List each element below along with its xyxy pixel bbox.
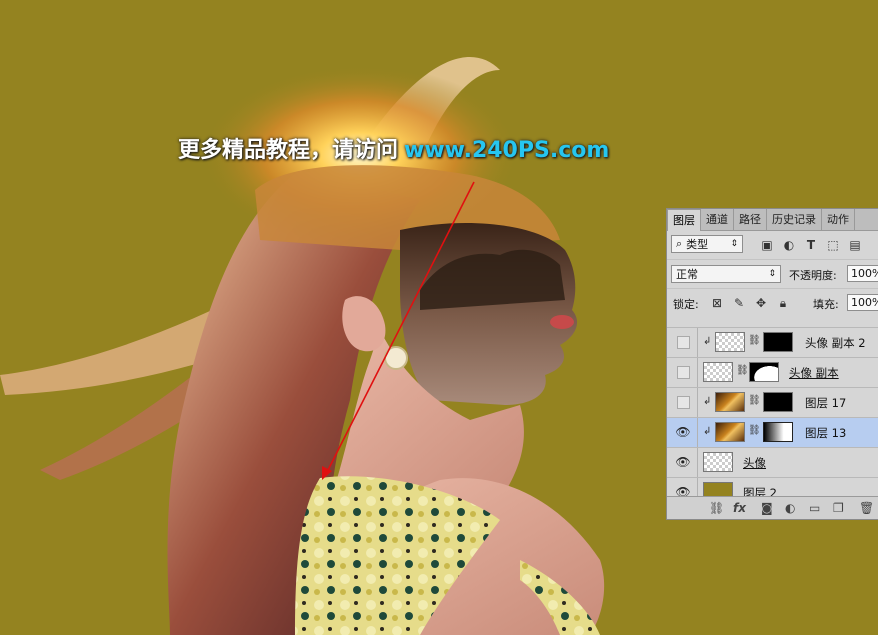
opacity-label: 不透明度: (789, 269, 837, 282)
filter-pixel-icon[interactable]: ▣ (761, 239, 773, 251)
layer-name: 头像 副本 2 (805, 336, 866, 350)
divider (697, 448, 698, 477)
filter-smart-object-icon[interactable]: ▤ (849, 239, 861, 251)
watermark: 更多精品教程，请访问 www.240PS.com (178, 132, 609, 164)
chevron-updown-icon: ⇕ (730, 239, 738, 249)
filter-adjustment-icon[interactable]: ◐ (783, 239, 795, 251)
filter-type-select[interactable]: ⌕ 类型 ⇕ (671, 235, 743, 253)
link-icon[interactable]: ⛓ (748, 425, 761, 436)
link-icon[interactable]: ⛓ (736, 365, 749, 376)
trash-icon[interactable]: 🗑︎ (859, 501, 874, 515)
lock-transparent-icon[interactable]: ⊠ (711, 297, 723, 309)
filter-shape-icon[interactable]: ⬚ (827, 239, 839, 251)
eye-icon[interactable]: 👁︎ (675, 455, 691, 469)
lock-move-icon[interactable]: ✥ (755, 297, 767, 309)
layer-name: 图层 17 (805, 396, 847, 410)
chevron-updown-icon: ⇕ (768, 269, 776, 279)
layer-name: 图层 13 (805, 426, 847, 440)
face-silhouette (400, 222, 578, 405)
filter-type-label: 类型 (686, 238, 709, 251)
opacity-input[interactable]: 100% (847, 265, 878, 282)
layer-mask-thumbnail (749, 362, 779, 382)
tab-channels[interactable]: 通道 (701, 209, 734, 230)
layers-panel: 图层 通道 路径 历史记录 动作 ⌕ 类型 ⇕ ▣ ◐ T ⬚ ▤ 正常 ⇕ 不… (666, 208, 878, 520)
watermark-url: www.240PS.com (404, 138, 610, 163)
layers-list: ↲ ⛓ 头像 副本 2 ⛓ 头像 副本 ↲ ⛓ 图层 17 👁︎ ↲ ⛓ 图层 … (667, 327, 878, 507)
adjustment-layer-icon[interactable]: ◐ (785, 501, 795, 515)
folder-icon[interactable]: ▭ (809, 501, 820, 515)
tab-layers[interactable]: 图层 (667, 209, 701, 231)
link-layers-icon[interactable]: ⛓ (709, 501, 724, 515)
lips (550, 315, 574, 329)
lock-row: 锁定: ⊠ ✎ ✥ 🔒︎ 填充: 100% (667, 288, 878, 317)
fx-icon[interactable]: fx (733, 501, 746, 515)
divider (697, 328, 698, 357)
link-icon[interactable]: ⛓ (748, 335, 761, 346)
layer-name: 头像 副本 (789, 366, 839, 380)
filter-text-icon[interactable]: T (805, 239, 817, 251)
layer-row[interactable]: ⛓ 头像 副本 (667, 357, 878, 387)
blend-mode-select[interactable]: 正常 ⇕ (671, 265, 781, 283)
layer-row[interactable]: 👁︎ 头像 (667, 447, 878, 477)
divider (697, 418, 698, 447)
clip-arrow-icon: ↲ (703, 396, 712, 407)
layer-mask-thumbnail (763, 332, 793, 352)
layer-row-selected[interactable]: 👁︎ ↲ ⛓ 图层 13 (667, 417, 878, 447)
layer-mask-thumbnail (763, 392, 793, 412)
watermark-text: 更多精品教程，请访问 (178, 138, 399, 163)
visibility-toggle[interactable] (677, 396, 690, 409)
divider (697, 358, 698, 387)
layer-row[interactable]: ↲ ⛓ 图层 17 (667, 387, 878, 417)
layer-row[interactable]: ↲ ⛓ 头像 副本 2 (667, 327, 878, 357)
tab-paths[interactable]: 路径 (734, 209, 767, 230)
lock-brush-icon[interactable]: ✎ (733, 297, 745, 309)
add-mask-icon[interactable]: ◙ (761, 501, 773, 515)
link-icon[interactable]: ⛓ (748, 395, 761, 406)
visibility-toggle[interactable] (677, 336, 690, 349)
lock-all-icon[interactable]: 🔒︎ (777, 297, 789, 309)
layer-mask-thumbnail (763, 422, 793, 442)
search-icon: ⌕ (676, 237, 683, 250)
lock-label: 锁定: (673, 298, 699, 311)
fill-input[interactable]: 100% (847, 294, 878, 311)
new-layer-icon[interactable]: ❐ (833, 501, 844, 515)
blend-row: 正常 ⇕ 不透明度: 100% (667, 259, 878, 288)
clip-arrow-icon: ↲ (703, 336, 712, 347)
visibility-toggle[interactable] (677, 366, 690, 379)
filter-row: ⌕ 类型 ⇕ ▣ ◐ T ⬚ ▤ (667, 231, 878, 259)
layer-name: 头像 (743, 456, 766, 470)
blend-mode-value: 正常 (676, 268, 698, 281)
layer-thumbnail (703, 362, 733, 382)
layer-thumbnail (715, 332, 745, 352)
layer-thumbnail (715, 422, 745, 442)
tab-history[interactable]: 历史记录 (767, 209, 822, 230)
layer-thumbnail (703, 452, 733, 472)
tab-actions[interactable]: 动作 (822, 209, 855, 230)
layer-thumbnail (715, 392, 745, 412)
divider (697, 388, 698, 417)
panel-tabs: 图层 通道 路径 历史记录 动作 (667, 209, 878, 231)
fill-label: 填充: (813, 298, 839, 311)
eye-icon[interactable]: 👁︎ (675, 425, 691, 439)
panel-footer: ⛓ fx ◙ ◐ ▭ ❐ 🗑︎ (667, 496, 878, 519)
clip-arrow-icon: ↲ (703, 426, 712, 437)
